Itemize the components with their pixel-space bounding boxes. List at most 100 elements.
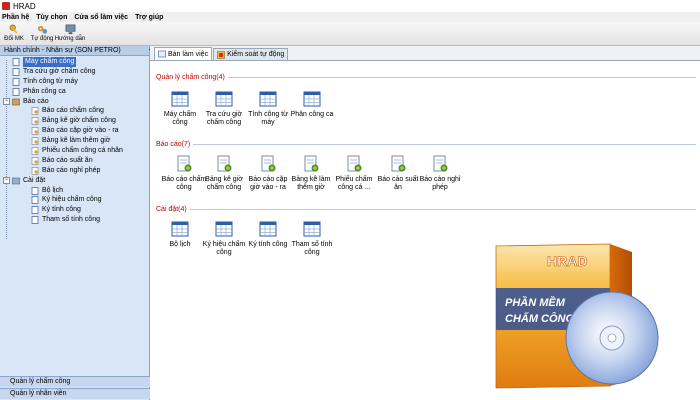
- collapse-icon[interactable]: −: [3, 177, 10, 185]
- tree-item-report[interactable]: Phiếu chấm công cá nhân: [0, 146, 149, 156]
- report-icon: [261, 155, 276, 172]
- section-divider: [227, 77, 696, 78]
- grid-window-icon: [171, 91, 189, 107]
- grid-window-icon: [215, 221, 233, 237]
- tab-auto-control[interactable]: Kiểm soát tự động: [213, 48, 289, 60]
- box-tagline-1: PHẦN MỀM: [505, 296, 566, 309]
- shortcut-setting[interactable]: Ký hiệu chấm công: [201, 220, 247, 257]
- help-screen-icon: [65, 24, 75, 35]
- report-icon: [31, 107, 39, 116]
- desk-icon: [158, 50, 166, 58]
- tree-item-may-cham-cong[interactable]: Máy chấm công: [0, 57, 149, 67]
- shortcut-setting[interactable]: Tham số tính công: [289, 220, 335, 257]
- section-header-reports: Báo cáo(7): [156, 141, 696, 148]
- shortcut-label: Tính công từ máy: [248, 111, 288, 126]
- section-title: Báo cáo(7): [156, 141, 191, 148]
- report-icon: [304, 155, 319, 172]
- tree-item-label: Báo cáo suất ăn: [42, 156, 93, 164]
- grid-window-icon: [259, 91, 277, 107]
- menu-item-tro-giup[interactable]: Trợ giúp: [135, 14, 163, 21]
- shortcut-setting[interactable]: Ký tính công: [245, 220, 291, 249]
- report-icon: [31, 156, 39, 165]
- tree-item-phan-cong-ca[interactable]: Phân công ca: [0, 87, 149, 97]
- grid-window-icon: [171, 221, 189, 237]
- navigation-panel: Hành chính - Nhân sự (SON PETRO) << Máy …: [0, 46, 157, 400]
- tree-item-tra-cuu[interactable]: Tra cứu giờ chấm công: [0, 67, 149, 77]
- menu-item-phan-he[interactable]: Phần hệ: [2, 14, 29, 21]
- tree-group-settings[interactable]: − Cài đặt: [0, 176, 149, 186]
- tree-item-label: Bảng kê giờ chấm công: [42, 117, 116, 125]
- tree-item-label: Báo cáo cặp giờ vào - ra: [42, 127, 119, 135]
- report-icon: [31, 127, 39, 136]
- tree-item-report[interactable]: Báo cáo suất ăn: [0, 156, 149, 166]
- shortcut-phan-cong-ca[interactable]: Phân công ca: [289, 90, 335, 119]
- module-button-employees[interactable]: Quản lý nhân viên: [0, 388, 150, 399]
- tree-item-report[interactable]: Báo cáo cặp giờ vào - ra: [0, 126, 149, 136]
- tree-item-label: Tham số tính công: [42, 216, 100, 224]
- tree-group-reports[interactable]: − Báo cáo: [0, 97, 149, 107]
- shortcut-label: Tham số tính công: [291, 241, 333, 256]
- tree-item-setting[interactable]: Tham số tính công: [0, 215, 149, 225]
- change-password-button[interactable]: Đổi MK: [3, 24, 25, 42]
- shortcut-label: Báo cáo cặp giờ vào - ra: [248, 176, 288, 191]
- shortcut-tinh-cong[interactable]: Tính công từ máy: [245, 90, 291, 127]
- module-button-attendance[interactable]: Quản lý chấm công: [0, 376, 150, 387]
- navigation-tree: Máy chấm công Tra cứu giờ chấm công Tính…: [0, 56, 149, 239]
- tree-item-report[interactable]: Bảng kê làm thêm giờ: [0, 136, 149, 146]
- section-title: Cài đặt(4): [156, 206, 187, 213]
- report-icon: [177, 155, 192, 172]
- shortcut-label: Bảng kê giờ chấm công: [205, 176, 243, 191]
- shortcut-label: Tra cứu giờ chấm công: [205, 111, 243, 126]
- tree-item-label: Ký hiệu chấm công: [42, 196, 102, 204]
- report-icon: [31, 147, 39, 155]
- tree-item-setting[interactable]: Ký tính công: [0, 205, 149, 215]
- toolbar: Đổi MK Tự động Hướng dẫn: [0, 22, 700, 46]
- menu-item-tuy-chon[interactable]: Tùy chọn: [36, 14, 67, 21]
- box-tagline-2: CHẤM CÔNG: [505, 312, 574, 325]
- shortcut-label: Báo cáo suất ăn: [377, 176, 419, 191]
- shortcut-report[interactable]: Bảng kê làm thêm giờ: [288, 155, 334, 192]
- tree-item-label: Phiếu chấm công cá nhân: [42, 147, 123, 155]
- section-header-attendance: Quản lý chấm công(4): [156, 74, 696, 81]
- auto-button[interactable]: Tự động: [31, 24, 53, 42]
- tree-item-report[interactable]: Báo cáo chấm công: [0, 106, 149, 116]
- settings-folder-icon: [12, 177, 20, 184]
- report-icon: [31, 166, 39, 175]
- tab-workspace[interactable]: Bàn làm việc: [154, 47, 213, 60]
- shortcut-label: Ký hiệu chấm công: [202, 241, 246, 256]
- shortcut-report[interactable]: Báo cáo cặp giờ vào - ra: [245, 155, 291, 192]
- menu-item-cua-so[interactable]: Cửa sổ làm việc: [74, 14, 128, 21]
- gears-icon: [37, 25, 47, 34]
- shortcut-report[interactable]: Báo cáo nghỉ phép: [417, 155, 463, 192]
- tree-item-report[interactable]: Bảng kê giờ chấm công: [0, 116, 149, 126]
- page-icon: [12, 77, 20, 86]
- page-icon: [31, 196, 39, 205]
- tree-item-label: Máy chấm công: [23, 57, 77, 67]
- panel-title: Hành chính - Nhân sự (SON PETRO): [4, 47, 121, 54]
- shortcut-may-cham-cong[interactable]: Máy chấm công: [157, 90, 203, 127]
- change-password-label: Đổi MK: [4, 36, 24, 42]
- shortcut-setting[interactable]: Bộ lịch: [157, 220, 203, 249]
- section-divider: [193, 144, 696, 145]
- shortcut-report[interactable]: Bảng kê giờ chấm công: [201, 155, 247, 192]
- title-bar: HRAD: [0, 0, 700, 12]
- tree-item-report[interactable]: Báo cáo nghỉ phép: [0, 166, 149, 176]
- report-icon: [433, 155, 448, 172]
- cd-hole: [607, 333, 617, 343]
- report-icon: [31, 137, 39, 145]
- shortcut-tra-cuu[interactable]: Tra cứu giờ chấm công: [201, 90, 247, 127]
- help-button[interactable]: Hướng dẫn: [55, 24, 85, 42]
- page-icon: [31, 216, 39, 225]
- shortcut-label: Ký tính công: [248, 241, 288, 248]
- shortcut-report[interactable]: Phiếu chấm công cá ...: [331, 155, 377, 192]
- box-brand: HRAD: [547, 253, 587, 269]
- tree-item-setting[interactable]: Bộ lịch: [0, 186, 149, 196]
- collapse-icon[interactable]: −: [3, 98, 10, 105]
- tree-item-label: Báo cáo nghỉ phép: [42, 166, 101, 174]
- page-icon: [12, 67, 20, 76]
- tab-label: Bàn làm việc: [168, 50, 209, 58]
- shortcut-report[interactable]: Báo cáo suất ăn: [375, 155, 421, 192]
- tree-item-tinh-cong[interactable]: Tính công từ máy: [0, 77, 149, 87]
- grid-window-icon: [215, 91, 233, 107]
- tree-item-setting[interactable]: Ký hiệu chấm công: [0, 195, 149, 205]
